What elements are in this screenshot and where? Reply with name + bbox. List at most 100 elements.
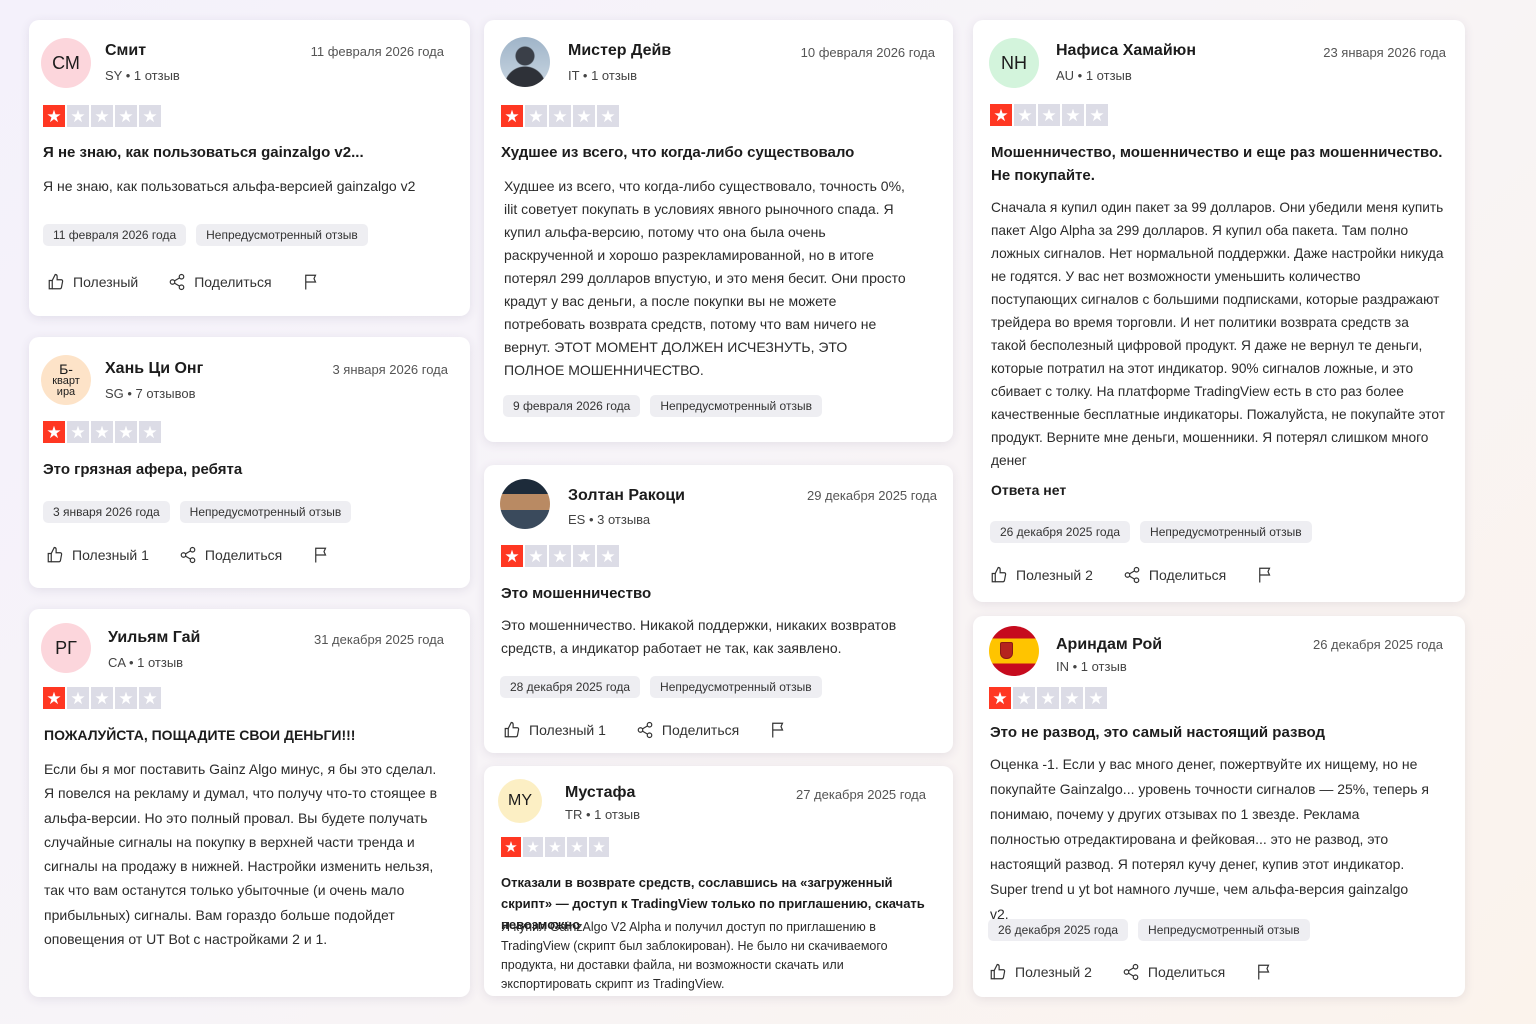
- helpful-button[interactable]: Полезный: [47, 273, 138, 291]
- star-icon: ★: [549, 105, 571, 127]
- review-date: 29 декабря 2025 года: [806, 488, 937, 503]
- share-icon: [180, 546, 196, 564]
- review-card: СМ Смит SY • 1 отзыв 11 февраля 2026 год…: [29, 20, 470, 316]
- review-title[interactable]: Это грязная афера, ребята: [43, 458, 453, 481]
- share-button[interactable]: Поделиться: [636, 721, 739, 739]
- thumbs-up-icon: [990, 963, 1006, 980]
- review-date: 23 января 2026 года: [1323, 45, 1446, 60]
- share-button[interactable]: Поделиться: [1122, 963, 1225, 981]
- star-icon: ★: [1062, 104, 1084, 126]
- helpful-button[interactable]: Полезный 1: [46, 546, 149, 564]
- review-date: 26 декабря 2025 года: [1312, 637, 1443, 652]
- review-card: Мистер Дейв IT • 1 отзыв 10 февраля 2026…: [484, 20, 953, 442]
- unprompted-tag[interactable]: Непредусмотренный отзыв: [650, 676, 822, 698]
- review-title[interactable]: ПОЖАЛУЙСТА, ПОЩАДИТЕ СВОИ ДЕНЬГИ!!!: [44, 724, 454, 747]
- reviewer-name[interactable]: Золтан Ракоци: [568, 487, 685, 505]
- avatar: MY: [498, 779, 542, 823]
- report-flag-button[interactable]: [302, 273, 320, 291]
- star-icon: ★: [115, 687, 137, 709]
- flag-icon: [1258, 964, 1270, 980]
- unprompted-tag[interactable]: Непредусмотренный отзыв: [1140, 521, 1312, 543]
- helpful-button[interactable]: Полезный 1: [503, 721, 606, 739]
- share-label: Поделиться: [1148, 567, 1227, 583]
- review-title[interactable]: Это не развод, это самый настоящий разво…: [990, 721, 1444, 744]
- share-button[interactable]: Поделиться: [1123, 566, 1226, 584]
- flag-icon: [1259, 567, 1271, 583]
- reviewer-name[interactable]: Нафиса Хамайюн: [1056, 42, 1196, 60]
- unprompted-tag[interactable]: Непредусмотренный отзыв: [179, 501, 352, 523]
- photo-avatar: [500, 37, 550, 87]
- star-icon: ★: [67, 105, 89, 127]
- experience-date-tag: 11 февраля 2026 года: [43, 224, 187, 246]
- star-icon: ★: [115, 105, 137, 127]
- review-actions: Полезный 1 Поделиться: [46, 546, 330, 564]
- helpful-label: Полезный 1: [529, 722, 606, 738]
- reviewer-name[interactable]: Мистер Дейв: [568, 42, 671, 60]
- share-label: Поделиться: [194, 274, 272, 290]
- review-actions: Полезный Поделиться: [47, 273, 320, 291]
- star-icon: ★: [67, 687, 89, 709]
- review-title[interactable]: Худшее из всего, что когда-либо существо…: [501, 141, 931, 164]
- report-flag-button[interactable]: [769, 721, 787, 739]
- avatar-initials-line: ира: [56, 386, 76, 398]
- avatar: РГ: [41, 623, 91, 673]
- star-icon: ★: [589, 837, 609, 857]
- unprompted-tag[interactable]: Непредусмотренный отзыв: [650, 395, 822, 417]
- share-icon: [637, 721, 653, 739]
- star-icon: ★: [501, 545, 523, 567]
- review-body: Оценка -1. Если у вас много денег, пожер…: [990, 756, 1429, 922]
- reviewer-meta: SG • 7 отзывов: [105, 386, 196, 401]
- star-rating: ★ ★ ★ ★ ★: [989, 687, 1107, 709]
- thumbs-up-icon: [504, 721, 520, 738]
- thumbs-up-icon: [48, 273, 64, 290]
- reviewer-name[interactable]: Смит: [105, 42, 146, 60]
- spain-flag-avatar: [989, 626, 1039, 676]
- star-icon: ★: [597, 545, 619, 567]
- star-icon: ★: [1037, 687, 1059, 709]
- reviewer-name[interactable]: Хань Ци Онг: [105, 360, 203, 378]
- review-card: MY Мустафа TR • 1 отзыв 27 декабря 2025 …: [484, 766, 953, 996]
- flag-icon: [304, 274, 316, 290]
- helpful-button[interactable]: Полезный 2: [989, 963, 1092, 981]
- review-actions: Полезный 2 Поделиться: [990, 566, 1274, 584]
- share-icon: [1123, 963, 1139, 981]
- reviewer-name[interactable]: Мустафа: [565, 784, 635, 802]
- reviewer-meta: IN • 1 отзыв: [1056, 659, 1127, 674]
- review-actions: Полезный 1 Поделиться: [503, 721, 787, 739]
- review-date: 31 декабря 2025 года: [313, 632, 444, 647]
- review-title[interactable]: Я не знаю, как пользоваться gainzalgo v2…: [43, 141, 453, 164]
- review-title[interactable]: Это мошенничество: [501, 582, 931, 605]
- star-rating: ★ ★ ★ ★ ★: [501, 837, 609, 857]
- share-button[interactable]: Поделиться: [168, 273, 272, 291]
- reviewer-meta: TR • 1 отзыв: [565, 807, 641, 822]
- reviewer-name[interactable]: Уильям Гай: [108, 629, 200, 647]
- star-icon: ★: [91, 687, 113, 709]
- thumbs-up-icon: [47, 546, 63, 563]
- star-rating: ★ ★ ★ ★ ★: [501, 545, 619, 567]
- report-flag-button[interactable]: [1256, 566, 1274, 584]
- photo-avatar: [500, 479, 550, 529]
- reviewer-name[interactable]: Ариндам Рой: [1056, 636, 1162, 654]
- flag-icon: [315, 547, 327, 563]
- reviewer-meta: IT • 1 отзыв: [568, 68, 638, 83]
- review-date: 10 февраля 2026 года: [800, 45, 935, 60]
- star-icon: ★: [1014, 104, 1036, 126]
- star-icon: ★: [525, 105, 547, 127]
- star-icon: ★: [501, 105, 523, 127]
- star-icon: ★: [549, 545, 571, 567]
- unprompted-tag[interactable]: Непредусмотренный отзыв: [196, 224, 368, 246]
- star-icon: ★: [567, 837, 587, 857]
- star-icon: ★: [139, 105, 161, 127]
- star-icon: ★: [115, 421, 137, 443]
- unprompted-tag[interactable]: Непредусмотренный отзыв: [1138, 919, 1310, 941]
- helpful-button[interactable]: Полезный 2: [990, 566, 1093, 584]
- star-icon: ★: [597, 105, 619, 127]
- share-button[interactable]: Поделиться: [179, 546, 282, 564]
- helpful-label: Полезный 2: [1015, 964, 1092, 980]
- star-rating: ★ ★ ★ ★ ★: [501, 105, 619, 127]
- report-flag-button[interactable]: [312, 546, 330, 564]
- review-title[interactable]: Мошенничество, мошенничество и еще раз м…: [991, 141, 1445, 187]
- coat-of-arms-icon: [1000, 642, 1013, 659]
- report-flag-button[interactable]: [1255, 963, 1273, 981]
- star-icon: ★: [1085, 687, 1107, 709]
